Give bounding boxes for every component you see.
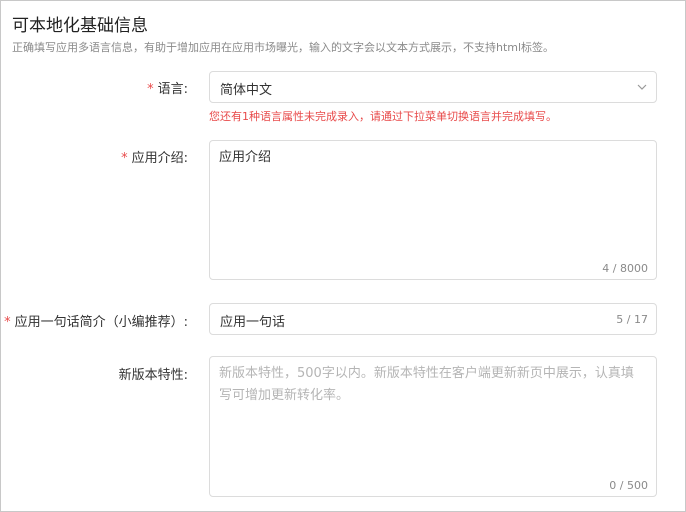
language-label-text: 语言:: [157, 82, 188, 97]
features-label-text: 新版本特性:: [118, 368, 188, 383]
tagline-input[interactable]: 应用一句话 5 / 17: [209, 303, 657, 335]
intro-textarea-value: 应用介绍: [219, 150, 272, 165]
language-select[interactable]: 简体中文: [209, 71, 657, 103]
features-char-counter: 0 / 500: [609, 479, 648, 492]
chevron-down-icon: [637, 84, 647, 90]
tagline-label: * 应用一句话简介（小编推荐）:: [4, 311, 188, 330]
features-placeholder: 新版本特性，500字以内。新版本特性在客户端更新新页中展示，认真填写可增加更新转…: [219, 366, 634, 403]
intro-label: * 应用介绍:: [121, 147, 188, 166]
required-mark: *: [147, 82, 154, 97]
required-mark: *: [121, 151, 128, 166]
intro-label-text: 应用介绍:: [131, 151, 188, 166]
intro-textarea[interactable]: 应用介绍 4 / 8000: [209, 140, 657, 280]
language-error-message: 您还有1种语言属性未完成录入，请通过下拉菜单切换语言并完成填写。: [209, 110, 557, 123]
tagline-label-text: 应用一句话简介（小编推荐）:: [14, 315, 188, 330]
intro-char-counter: 4 / 8000: [602, 262, 648, 275]
localizable-info-panel: 可本地化基础信息 正确填写应用多语言信息，有助于增加应用在应用市场曝光，输入的文…: [0, 0, 686, 512]
language-select-value: 简体中文: [220, 83, 273, 98]
section-subtitle: 正确填写应用多语言信息，有助于增加应用在应用市场曝光，输入的文字会以文本方式展示…: [12, 41, 555, 54]
tagline-input-value: 应用一句话: [220, 315, 286, 330]
language-label: * 语言:: [147, 78, 188, 97]
features-label: 新版本特性:: [119, 364, 188, 383]
section-title: 可本地化基础信息: [12, 16, 148, 36]
features-textarea[interactable]: 新版本特性，500字以内。新版本特性在客户端更新新页中展示，认真填写可增加更新转…: [209, 356, 657, 497]
tagline-char-counter: 5 / 17: [616, 313, 648, 326]
required-mark: *: [4, 315, 11, 330]
